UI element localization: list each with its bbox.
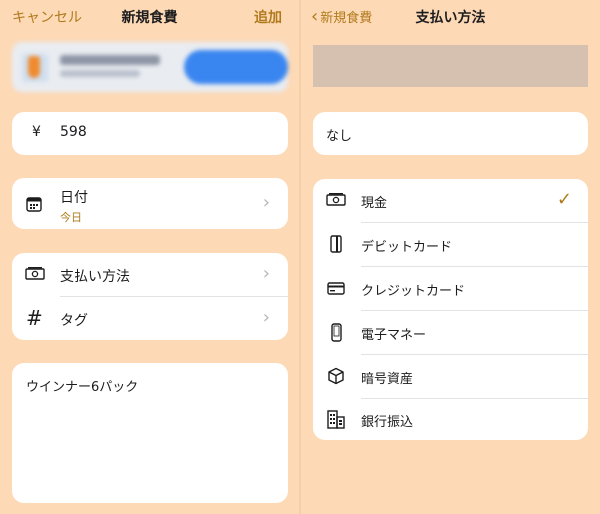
bank-building-icon: [327, 409, 345, 429]
none-option-label: なし: [326, 129, 353, 144]
page-title: 支払い方法: [415, 10, 486, 26]
add-button[interactable]: 追加: [254, 7, 282, 27]
carrot-icon: [28, 56, 40, 78]
date-value: 今日: [60, 211, 82, 224]
nav-bar: キャンセル 新規食費 追加: [0, 0, 299, 34]
checkmark-icon: ✓: [556, 189, 572, 210]
method-label: 暗号資産: [361, 372, 414, 387]
memo-field[interactable]: ウインナー6パック: [12, 363, 288, 503]
currency-symbol: ¥: [32, 124, 41, 140]
chevron-right-icon: ›: [262, 263, 270, 284]
method-crypto[interactable]: 暗号資産: [313, 355, 588, 398]
memo-text[interactable]: ウインナー6パック: [26, 376, 138, 395]
cash-icon: [25, 266, 45, 282]
chevron-right-icon: ›: [262, 307, 270, 328]
none-option[interactable]: なし: [313, 112, 588, 155]
tag-label: タグ: [60, 313, 88, 329]
payment-method-screen: ‹ 新規食費 支払い方法 なし 現金 ✓ デビットカード クレジットカード 電子…: [301, 0, 600, 514]
new-expense-screen: キャンセル 新規食費 追加 ¥ 598 日付 今日 › 支払い方法 › # タグ…: [0, 0, 299, 514]
method-label: クレジットカード: [361, 284, 466, 299]
method-label: 電子マネー: [361, 328, 427, 343]
debit-card-icon: [329, 235, 343, 253]
ad-text: [60, 55, 160, 65]
cash-icon: [326, 192, 346, 208]
details-group: 支払い方法 › # タグ ›: [12, 253, 288, 340]
method-label: 現金: [361, 196, 388, 211]
method-e-money[interactable]: 電子マネー: [313, 311, 588, 354]
tag-row[interactable]: # タグ ›: [12, 297, 288, 340]
ad-placeholder: [313, 45, 588, 87]
hashtag-icon: #: [26, 306, 43, 330]
payment-method-row[interactable]: 支払い方法 ›: [12, 253, 288, 296]
method-cash[interactable]: 現金 ✓: [313, 179, 588, 222]
payment-method-label: 支払い方法: [60, 269, 130, 285]
ad-banner[interactable]: [12, 42, 288, 92]
credit-card-icon: [326, 281, 346, 295]
cube-icon: [327, 367, 345, 385]
ad-subtext: [60, 70, 140, 77]
method-bank-transfer[interactable]: 銀行振込: [313, 399, 588, 440]
amount-value[interactable]: 598: [60, 124, 87, 140]
method-debit-card[interactable]: デビットカード: [313, 223, 588, 266]
calendar-icon: [26, 196, 42, 212]
nav-bar: ‹ 新規食費 支払い方法: [301, 0, 600, 34]
date-row[interactable]: 日付 今日 ›: [12, 178, 288, 229]
date-label: 日付: [60, 190, 88, 206]
chevron-right-icon: ›: [262, 192, 270, 213]
phone-icon: [330, 322, 342, 342]
method-credit-card[interactable]: クレジットカード: [313, 267, 588, 310]
amount-field[interactable]: ¥ 598: [12, 112, 288, 155]
payment-method-list: 現金 ✓ デビットカード クレジットカード 電子マネー 暗号資産 銀行振込: [313, 179, 588, 440]
method-label: デビットカード: [361, 240, 453, 255]
ad-cta-button[interactable]: [184, 50, 288, 84]
method-label: 銀行振込: [361, 415, 414, 430]
